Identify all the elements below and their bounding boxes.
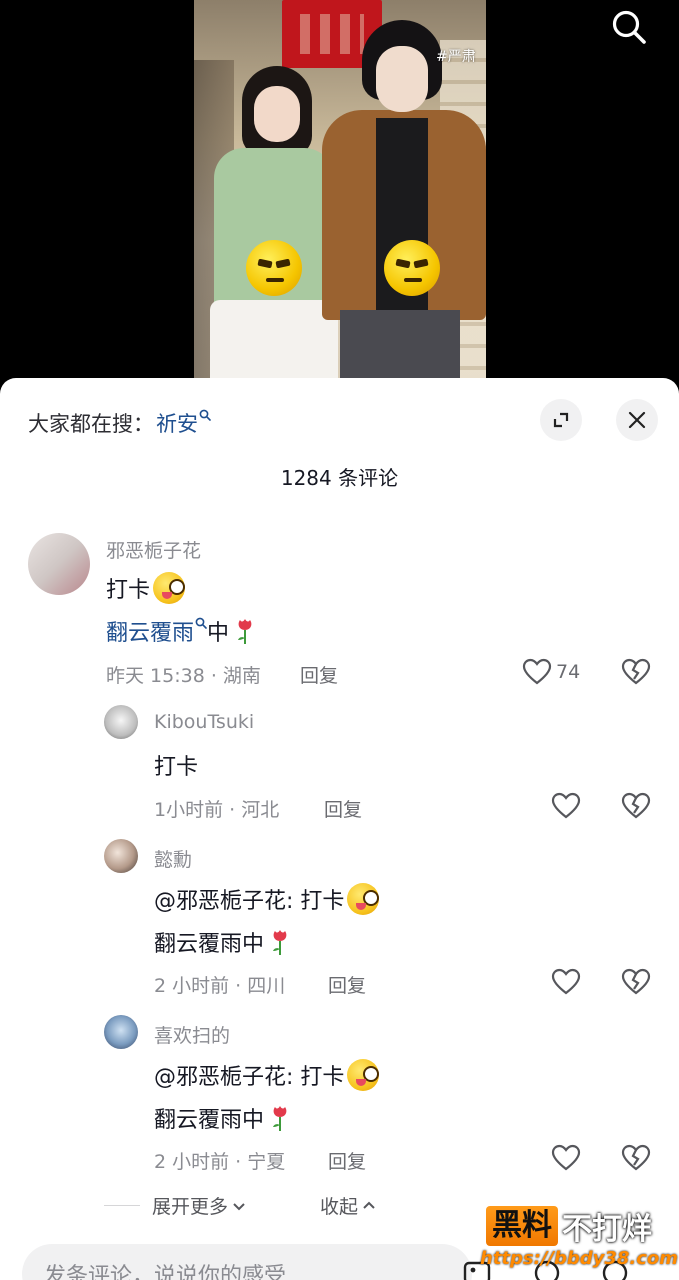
yum-emoji-icon (347, 1059, 380, 1091)
video-sticker-emoji-right (384, 240, 440, 296)
reply-author[interactable]: KibouTsuki (154, 711, 254, 733)
broken-heart-icon[interactable] (621, 1143, 651, 1173)
yum-emoji-icon (153, 572, 186, 604)
reply-button[interactable]: 回复 (300, 661, 338, 688)
heart-icon[interactable] (522, 657, 552, 687)
reply-meta: 2 小时前 · 宁夏 (154, 1151, 286, 1173)
yum-emoji-icon (347, 883, 380, 915)
reply-button[interactable]: 回复 (328, 971, 366, 998)
comment-input-placeholder: 发条评论，说说你的感受 (44, 1264, 287, 1280)
watermark-badge: 黑料 (486, 1206, 558, 1246)
expand-more-label: 展开更多 (152, 1196, 229, 1218)
reply-text-line2-text: 翻云覆雨中 (154, 932, 265, 957)
video-frame[interactable]: #严肃 (194, 0, 486, 400)
reply-text-line1: 打卡 (154, 755, 199, 780)
heart-icon[interactable] (551, 967, 581, 997)
rose-icon (273, 930, 287, 955)
reply-meta: 2 小时前 · 四川 (154, 975, 286, 997)
watermark-url: https://bbdy38.com (480, 1248, 679, 1269)
expand-more-button[interactable]: 展开更多 (152, 1192, 246, 1219)
reply-text: @邪恶栀子花: 打卡 (154, 882, 380, 916)
reply-text-line2: 翻云覆雨中 (154, 925, 292, 959)
comment-meta: 昨天 15:38 · 湖南 (106, 665, 261, 687)
reply-text-line1: @邪恶栀子花: 打卡 (154, 889, 345, 914)
reply-text-line1: @邪恶栀子花: 打卡 (154, 1065, 345, 1090)
avatar[interactable] (28, 533, 90, 595)
reply-text-line2: 翻云覆雨中 (154, 1101, 292, 1135)
reply-text: 打卡 (154, 748, 198, 782)
rose-icon (273, 1106, 287, 1131)
comment-input[interactable]: 发条评论，说说你的感受 (22, 1244, 472, 1280)
search-icon (199, 409, 211, 421)
reply-author[interactable]: 懿勳 (154, 845, 192, 872)
broken-heart-icon[interactable] (621, 657, 651, 687)
watermark-title: 黑料 不打烊 (486, 1204, 652, 1248)
search-icon (612, 10, 646, 44)
watermark-text: 不打烊 (562, 1212, 652, 1247)
search-icon (195, 617, 207, 629)
search-button[interactable] (608, 6, 650, 48)
video-sticker-emoji-left (246, 240, 302, 296)
comment-text: 打卡 (106, 571, 186, 605)
video-person-right-face (376, 46, 428, 112)
comment-sheet: 大家都在搜： 祈安 1284 条评论 邪恶栀子花 打卡 翻云覆雨 中 昨天 15… (0, 378, 679, 1280)
reply-text-line2-text: 翻云覆雨中 (154, 1108, 265, 1133)
close-icon (628, 411, 646, 429)
broken-heart-icon[interactable] (621, 791, 651, 821)
heart-icon[interactable] (551, 791, 581, 821)
reply-button[interactable]: 回复 (324, 795, 362, 822)
close-button[interactable] (616, 399, 658, 441)
comment-author[interactable]: 邪恶栀子花 (106, 536, 201, 563)
comment-text-rest: 中 (207, 621, 230, 646)
reply-text: @邪恶栀子花: 打卡 (154, 1058, 380, 1092)
watermark: 黑料 不打烊 https://bbdy38.com (480, 1204, 679, 1280)
thread-divider (104, 1205, 140, 1206)
collapse-label: 收起 (320, 1196, 359, 1218)
avatar[interactable] (104, 839, 138, 873)
chevron-up-icon (363, 1201, 375, 1209)
reply-button[interactable]: 回复 (328, 1147, 366, 1174)
comment-count: 1284 条评论 (280, 466, 399, 490)
hot-search-prefix: 大家都在搜： (28, 412, 154, 436)
hot-search-keyword[interactable]: 祈安 (156, 408, 198, 438)
collapse-button[interactable]: 收起 (320, 1192, 376, 1219)
expand-icon (553, 412, 569, 428)
like-count: 74 (556, 661, 581, 683)
video-hashtag[interactable]: #严肃 (436, 46, 476, 66)
expand-button[interactable] (540, 399, 582, 441)
avatar[interactable] (104, 705, 138, 739)
reply-author[interactable]: 喜欢扫的 (154, 1021, 230, 1048)
hot-search-bar[interactable]: 大家都在搜： 祈安 (28, 408, 211, 438)
avatar[interactable] (104, 1015, 138, 1049)
broken-heart-icon[interactable] (621, 967, 651, 997)
rose-icon (238, 619, 252, 644)
comment-text-line2: 翻云覆雨 中 (106, 614, 257, 648)
reply-meta: 1小时前 · 河北 (154, 799, 280, 821)
heart-icon[interactable] (551, 1143, 581, 1173)
chevron-down-icon (233, 1202, 245, 1210)
comment-keyword-link[interactable]: 翻云覆雨 (106, 615, 194, 647)
comment-text-line1: 打卡 (106, 578, 151, 603)
video-person-left-face (254, 86, 300, 142)
video-player[interactable]: #严肃 (0, 0, 679, 400)
